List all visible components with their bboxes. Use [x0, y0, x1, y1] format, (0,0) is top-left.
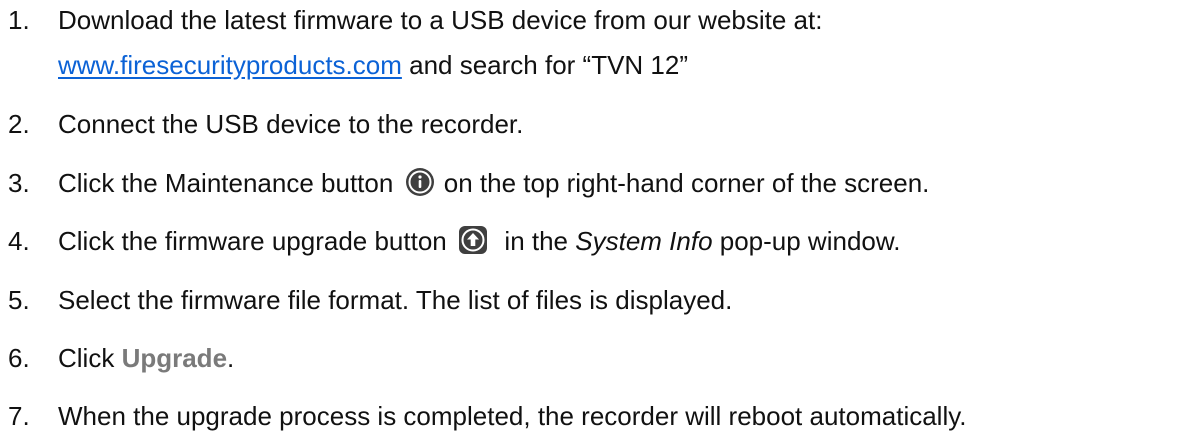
step-text: and search for “TVN 12” — [401, 50, 689, 80]
step-1-continuation: www.firesecurityproducts.com and search … — [0, 45, 1180, 85]
step-text-part: pop-up window. — [712, 226, 901, 256]
firmware-upgrade-instructions: 1. Download the latest firmware to a USB… — [0, 0, 1180, 432]
step-number: 3. — [8, 168, 30, 198]
step-text: When the upgrade process is completed, t… — [58, 401, 967, 431]
step-4: 4. Click the firmware upgrade button in … — [0, 221, 1180, 261]
step-number: 6. — [8, 343, 30, 373]
step-text-part: Click — [58, 343, 122, 373]
info-icon — [405, 167, 435, 197]
website-link[interactable]: www.firesecurityproducts.com — [58, 50, 402, 80]
step-number: 2. — [8, 109, 30, 139]
step-number: 7. — [8, 401, 30, 431]
step-number: 1. — [8, 5, 30, 35]
upgrade-label: Upgrade — [121, 343, 228, 373]
step-text: Select the firmware file format. The lis… — [58, 285, 733, 315]
step-text-part: Click the firmware upgrade button — [58, 226, 454, 256]
step-text-part: on the top right-hand corner of the scre… — [436, 168, 930, 198]
system-info-emphasis: System Info — [575, 226, 713, 256]
step-number: 5. — [8, 285, 30, 315]
step-7: 7. When the upgrade process is completed… — [0, 396, 1180, 436]
step-text-part: . — [227, 343, 235, 373]
step-text-part: Click the Maintenance button — [58, 168, 401, 198]
upgrade-arrow-icon — [458, 225, 488, 255]
step-text: Connect the USB device to the recorder. — [58, 109, 524, 139]
step-text: Click Upgrade. — [58, 338, 234, 378]
step-text-part: in the — [489, 226, 576, 256]
step-1-link-line: www.firesecurityproducts.com and search … — [58, 45, 688, 85]
step-number: 4. — [8, 226, 30, 256]
step-1: 1. Download the latest firmware to a USB… — [0, 0, 1180, 40]
step-text: Click the Maintenance button on the top … — [58, 163, 929, 203]
step-text: Click the firmware upgrade button in the… — [58, 221, 900, 261]
step-5: 5. Select the firmware file format. The … — [0, 280, 1180, 320]
step-2: 2. Connect the USB device to the recorde… — [0, 104, 1180, 144]
step-text: Download the latest firmware to a USB de… — [58, 5, 823, 35]
step-3: 3. Click the Maintenance button on the t… — [0, 163, 1180, 203]
step-6: 6. Click Upgrade. — [0, 338, 1180, 378]
